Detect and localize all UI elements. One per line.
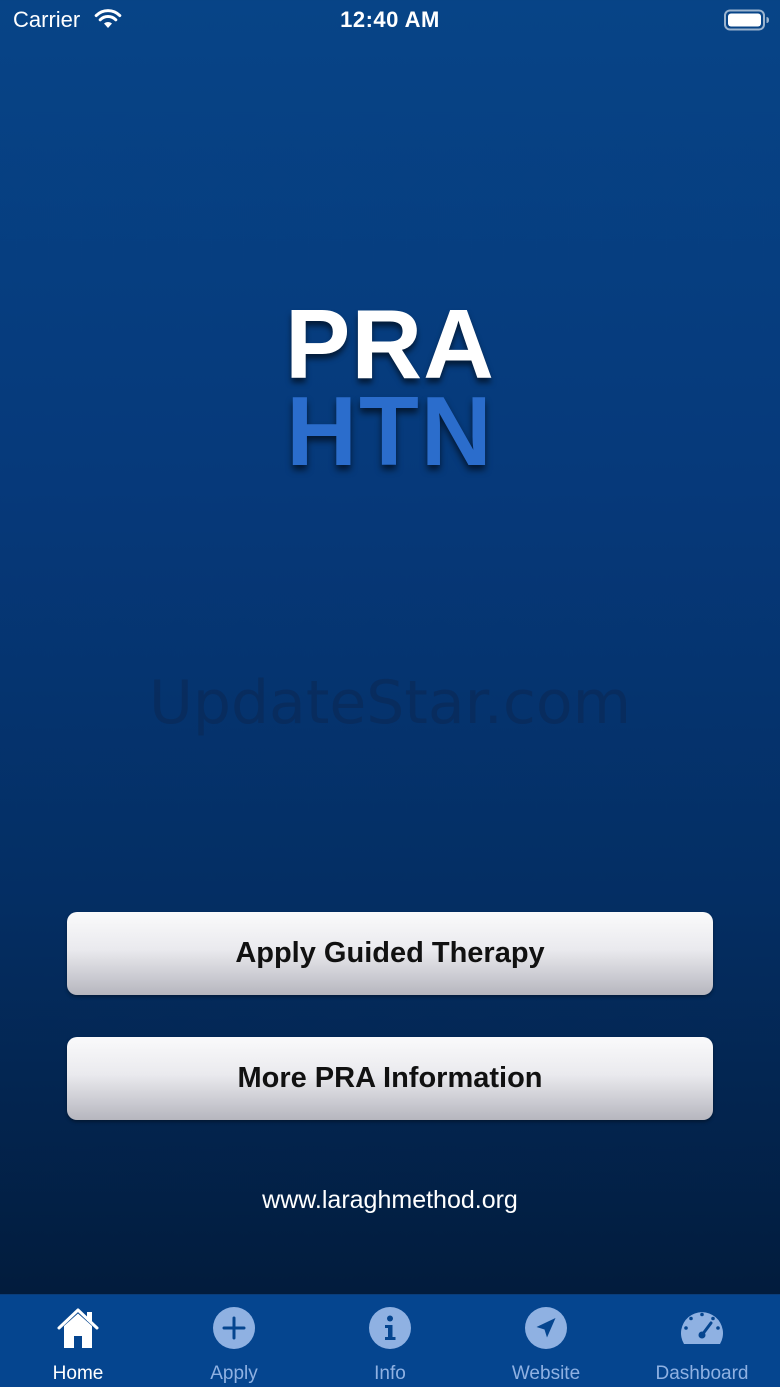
app-logo: PRA HTN xyxy=(0,289,780,486)
more-pra-information-label: More PRA Information xyxy=(237,1062,543,1094)
battery-icon xyxy=(724,9,769,31)
plus-circle-icon xyxy=(213,1307,255,1349)
tab-bar: Home Apply Info Website Dashboard xyxy=(0,1294,780,1387)
tab-apply-label: Apply xyxy=(210,1363,258,1384)
tab-info[interactable]: Info xyxy=(312,1295,468,1387)
apply-guided-therapy-button[interactable]: Apply Guided Therapy xyxy=(67,912,713,995)
tab-apply[interactable]: Apply xyxy=(156,1295,312,1387)
tab-home[interactable]: Home xyxy=(0,1295,156,1387)
tab-home-label: Home xyxy=(52,1363,104,1384)
logo-pra: PRA xyxy=(285,289,495,399)
logo-htn: HTN xyxy=(286,376,494,486)
apply-guided-therapy-label: Apply Guided Therapy xyxy=(235,937,545,969)
watermark: UpdateStar.com xyxy=(148,668,632,738)
speedometer-icon xyxy=(681,1312,723,1344)
tab-dashboard-label: Dashboard xyxy=(655,1363,749,1384)
website-link[interactable]: www.laraghmethod.org xyxy=(0,1186,780,1215)
tab-info-label: Info xyxy=(374,1363,406,1384)
more-pra-information-button[interactable]: More PRA Information xyxy=(67,1037,713,1120)
status-time: 12:40 AM xyxy=(340,7,440,32)
info-circle-icon xyxy=(369,1307,411,1349)
tab-website[interactable]: Website xyxy=(468,1295,624,1387)
tab-website-label: Website xyxy=(511,1363,581,1384)
status-bar: Carrier 12:40 AM xyxy=(0,0,780,42)
home-icon xyxy=(57,1308,99,1348)
tab-dashboard[interactable]: Dashboard xyxy=(624,1295,780,1387)
location-arrow-icon xyxy=(525,1307,567,1349)
